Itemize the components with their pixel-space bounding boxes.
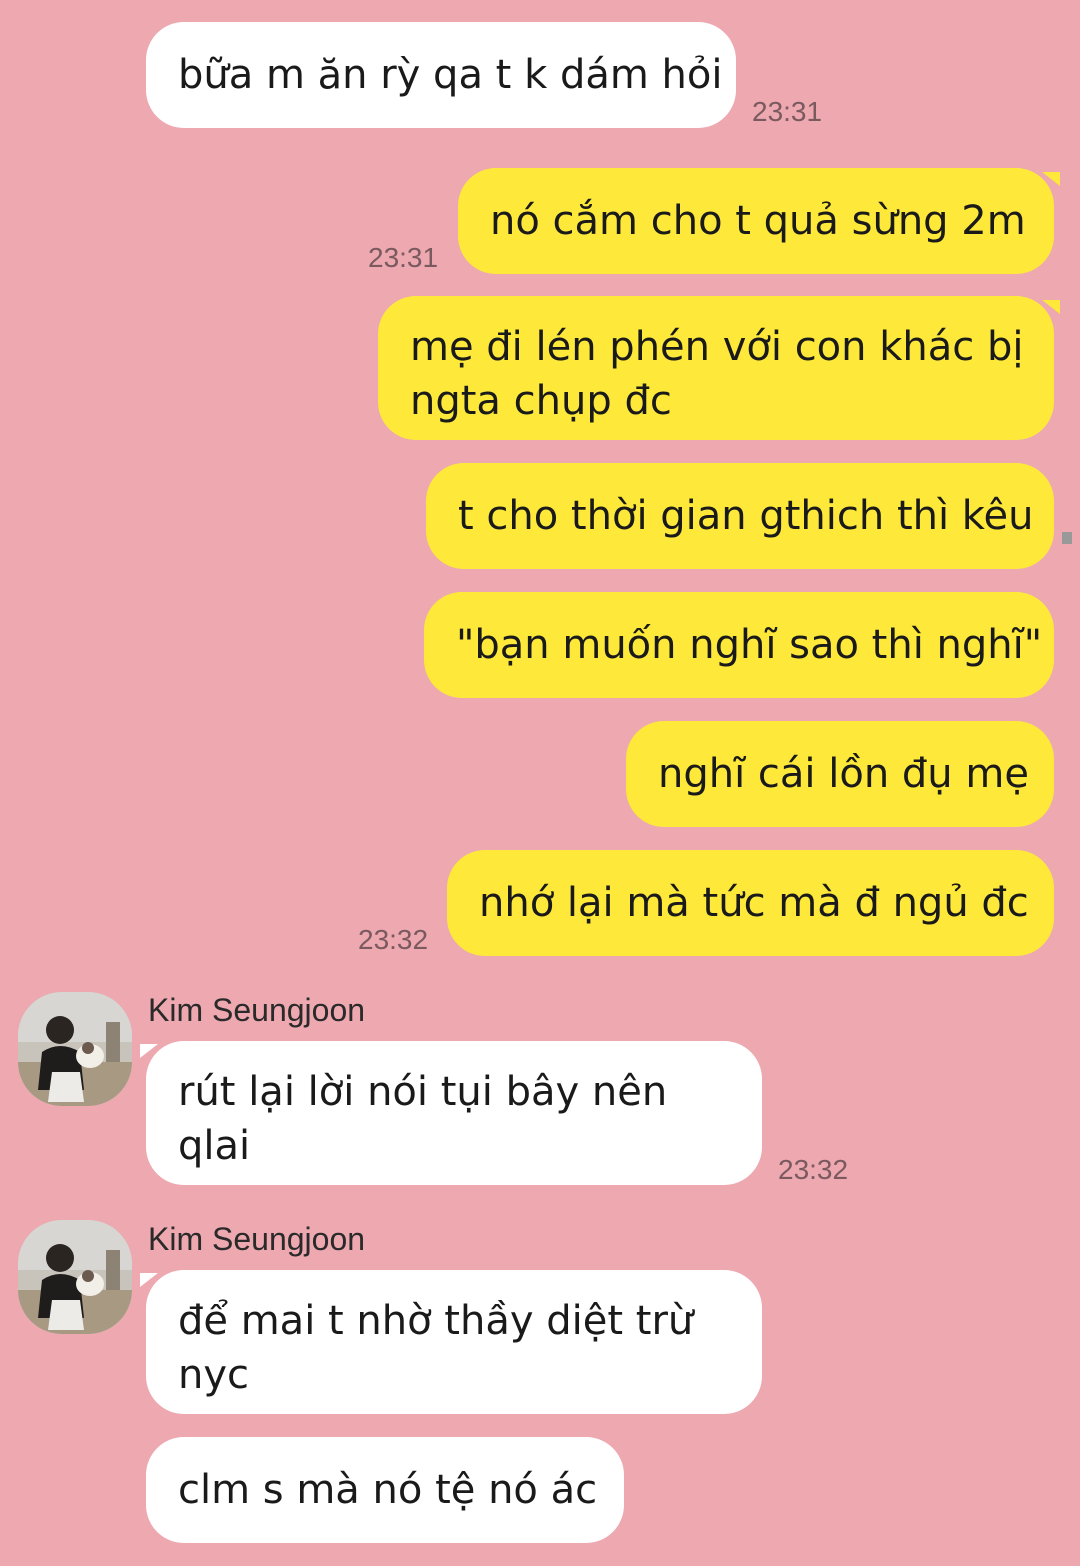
- sender-avatar[interactable]: [18, 1220, 132, 1334]
- profile-photo-icon: [18, 992, 132, 1106]
- incoming-message-bubble[interactable]: rút lại lời nói tụi bây nên qlai: [146, 1041, 762, 1185]
- sender-avatar[interactable]: [18, 992, 132, 1106]
- outgoing-message-bubble[interactable]: nó cắm cho t quả sừng 2m: [458, 168, 1054, 274]
- outgoing-message-bubble[interactable]: nghĩ cái lồn đụ mẹ: [626, 721, 1054, 827]
- message-timestamp: 23:32: [778, 1154, 849, 1185]
- bubble-tail: [140, 1044, 158, 1058]
- message-text: clm s mà nó tệ nó ác: [178, 1467, 598, 1513]
- profile-photo-icon: [18, 1220, 132, 1334]
- message-timestamp: 23:31: [368, 242, 439, 273]
- message-text: bữa m ăn rỳ qa t k dám hỏi: [178, 52, 723, 98]
- incoming-message-bubble[interactable]: để mai t nhờ thầy diệt trừ nyc: [146, 1270, 762, 1414]
- incoming-message-bubble[interactable]: clm s mà nó tệ nó ác: [146, 1437, 624, 1543]
- message-timestamp: 23:31: [752, 96, 823, 127]
- message-text: để mai t nhờ thầy diệt trừ nyc: [178, 1298, 694, 1398]
- outgoing-message-bubble[interactable]: nhớ lại mà tức mà đ ngủ đc: [447, 850, 1054, 956]
- message-text: nghĩ cái lồn đụ mẹ: [658, 751, 1029, 797]
- message-text: "bạn muốn nghĩ sao thì nghĩ": [456, 622, 1043, 668]
- message-text: nhớ lại mà tức mà đ ngủ đc: [479, 880, 1029, 926]
- outgoing-message-bubble[interactable]: t cho thời gian gthich thì kêu: [426, 463, 1054, 569]
- incoming-message-bubble[interactable]: bữa m ăn rỳ qa t k dám hỏi: [146, 22, 736, 128]
- message-text: rút lại lời nói tụi bây nên qlai: [178, 1069, 668, 1169]
- outgoing-message-bubble[interactable]: "bạn muốn nghĩ sao thì nghĩ": [424, 592, 1054, 698]
- bubble-tail: [1042, 172, 1060, 186]
- message-text: nó cắm cho t quả sừng 2m: [490, 198, 1026, 244]
- message-text: mẹ đi lén phén với con khác bị ngta chụp…: [410, 324, 1024, 424]
- bubble-tail: [1042, 300, 1060, 314]
- sender-name: Kim Seungjoon: [148, 992, 366, 1028]
- message-timestamp: 23:32: [358, 924, 429, 955]
- scrollbar-indicator[interactable]: [1062, 532, 1072, 544]
- sender-name: Kim Seungjoon: [148, 1221, 366, 1257]
- bubble-tail: [140, 1273, 158, 1287]
- message-text: t cho thời gian gthich thì kêu: [458, 493, 1034, 539]
- outgoing-message-bubble[interactable]: mẹ đi lén phén với con khác bị ngta chụp…: [378, 296, 1054, 440]
